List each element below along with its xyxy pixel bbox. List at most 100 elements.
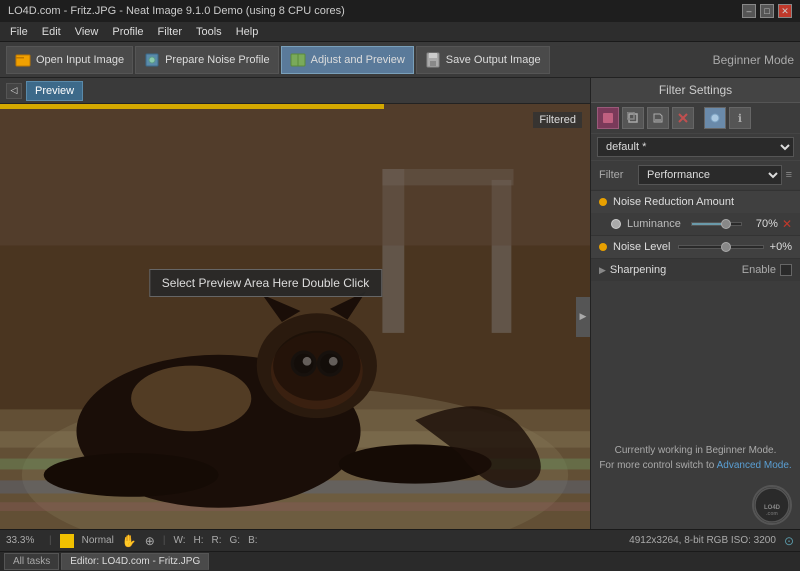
status-r-label: R:: [212, 535, 222, 546]
main-content: ◁ Preview: [0, 78, 800, 529]
image-area[interactable]: Filtered Select Preview Area Here Double…: [0, 104, 590, 529]
right-panel-footer: Currently working in Beginner Mode. For …: [591, 435, 800, 481]
luminance-reset-button[interactable]: ✕: [782, 217, 792, 231]
save-output-button[interactable]: Save Output Image: [416, 46, 550, 74]
title-bar: LO4D.com - Fritz.JPG - Neat Image 9.1.0 …: [0, 0, 800, 22]
editor-tab[interactable]: Editor: LO4D.com - Fritz.JPG: [61, 553, 209, 570]
minimize-button[interactable]: –: [742, 4, 756, 18]
sub-toolbar: ◁ Preview: [0, 78, 590, 104]
open-input-button[interactable]: Open Input Image: [6, 46, 133, 74]
noise-reduction-header: Noise Reduction Amount: [591, 190, 800, 213]
status-h-label: H:: [194, 535, 204, 546]
luminance-slider[interactable]: [691, 222, 742, 226]
menu-tools[interactable]: Tools: [190, 24, 228, 40]
open-input-label: Open Input Image: [36, 54, 124, 66]
preset-icon-delete[interactable]: [672, 107, 694, 129]
adjust-preview-icon: [290, 52, 306, 68]
prepare-noise-button[interactable]: Prepare Noise Profile: [135, 46, 279, 74]
right-panel: Filter Settings ℹ: [590, 78, 800, 529]
filter-arrow-icon[interactable]: ≡: [786, 169, 792, 181]
menu-edit[interactable]: Edit: [36, 24, 67, 40]
noise-level-dot: [599, 243, 607, 251]
preset-icon-mode[interactable]: [704, 107, 726, 129]
tab-bar: All tasks Editor: LO4D.com - Fritz.JPG: [0, 551, 800, 571]
menu-view[interactable]: View: [69, 24, 105, 40]
adjust-preview-button[interactable]: Adjust and Preview: [281, 46, 414, 74]
svg-text:.com: .com: [766, 511, 778, 517]
side-collapse-arrow[interactable]: ▶: [576, 297, 590, 337]
preset-icons-bar: ℹ: [591, 103, 800, 134]
toolbar: Open Input Image Prepare Noise Profile A…: [0, 42, 800, 78]
beginner-mode-label: Beginner Mode: [713, 53, 794, 67]
lo4d-logo-area: LO4D .com: [591, 481, 800, 529]
maximize-button[interactable]: □: [760, 4, 774, 18]
cat-photo-svg: [0, 104, 590, 529]
preset-icon-save[interactable]: [647, 107, 669, 129]
status-crosshair-icon: ⊕: [145, 534, 155, 548]
save-output-label: Save Output Image: [446, 54, 541, 66]
window-title: LO4D.com - Fritz.JPG - Neat Image 9.1.0 …: [8, 5, 345, 17]
preview-label: Preview: [35, 85, 74, 97]
save-output-icon: [425, 52, 441, 68]
luminance-label: Luminance: [627, 218, 687, 230]
menu-filter[interactable]: Filter: [152, 24, 188, 40]
preset-icon-pink[interactable]: [597, 107, 619, 129]
noise-level-slider[interactable]: [678, 245, 763, 249]
status-hand-icon: ✋: [122, 534, 137, 548]
noise-reduction-dot: [599, 198, 607, 206]
menu-profile[interactable]: Profile: [106, 24, 149, 40]
footer-line2: For more control switch to Advanced Mode…: [599, 458, 792, 473]
nav-left-arrow[interactable]: ◁: [6, 83, 22, 99]
advanced-mode-link[interactable]: Advanced Mode.: [717, 460, 792, 471]
sharpening-expand-icon[interactable]: ▶: [599, 265, 606, 276]
zoom-level: 33.3%: [6, 535, 41, 546]
left-panel: ◁ Preview: [0, 78, 590, 529]
close-button[interactable]: ✕: [778, 4, 792, 18]
sharpening-enable-checkbox[interactable]: [780, 264, 792, 276]
status-mode: Normal: [82, 535, 114, 546]
status-color-box: [60, 534, 74, 548]
open-input-icon: [15, 52, 31, 68]
status-info: 4912x3264, 8-bit RGB ISO: 3200: [629, 535, 776, 546]
noise-level-header: Noise Level +0%: [591, 235, 800, 258]
status-b-label: B:: [248, 535, 257, 546]
lo4d-circle-logo: LO4D .com: [752, 485, 792, 525]
prepare-noise-label: Prepare Noise Profile: [165, 54, 270, 66]
title-bar-controls: – □ ✕: [742, 4, 792, 18]
cat-photo-background: [0, 104, 590, 529]
adjust-preview-label: Adjust and Preview: [311, 54, 405, 66]
preview-button[interactable]: Preview: [26, 81, 83, 101]
noise-reduction-label: Noise Reduction Amount: [613, 196, 734, 208]
luminance-value: 70%: [746, 218, 778, 230]
filter-row: Filter Performance ≡: [591, 161, 800, 190]
prepare-noise-icon: [144, 52, 160, 68]
preview-tooltip-text: Select Preview Area Here Double Click: [162, 276, 369, 290]
menu-help[interactable]: Help: [230, 24, 265, 40]
noise-level-value: +0%: [770, 241, 792, 253]
noise-level-thumb: [721, 242, 731, 252]
filter-settings-title: Filter Settings: [591, 78, 800, 103]
sharpening-row: ▶ Sharpening Enable: [591, 258, 800, 281]
noise-level-label: Noise Level: [613, 241, 670, 253]
status-sep-2: |: [163, 535, 166, 546]
filtered-badge: Filtered: [533, 112, 582, 128]
status-g-label: G:: [230, 535, 241, 546]
preset-dropdown-row: default *: [591, 134, 800, 161]
status-sep-1: |: [49, 535, 52, 546]
menu-file[interactable]: File: [4, 24, 34, 40]
preset-select[interactable]: default *: [597, 137, 794, 157]
luminance-dot: [611, 219, 621, 229]
status-indicator-icon: ⊙: [784, 534, 794, 548]
filter-select[interactable]: Performance: [638, 165, 782, 185]
status-w-label: W:: [173, 535, 185, 546]
preview-tooltip[interactable]: Select Preview Area Here Double Click: [149, 269, 382, 297]
filter-label: Filter: [599, 169, 634, 181]
sharpening-label: Sharpening: [610, 264, 666, 276]
progress-bar: [0, 104, 384, 109]
preset-icon-copy[interactable]: [622, 107, 644, 129]
enable-label: Enable: [742, 264, 776, 276]
menu-bar: File Edit View Profile Filter Tools Help: [0, 22, 800, 42]
footer-line1: Currently working in Beginner Mode.: [599, 443, 792, 458]
all-tasks-tab[interactable]: All tasks: [4, 553, 59, 570]
preset-icon-info[interactable]: ℹ: [729, 107, 751, 129]
